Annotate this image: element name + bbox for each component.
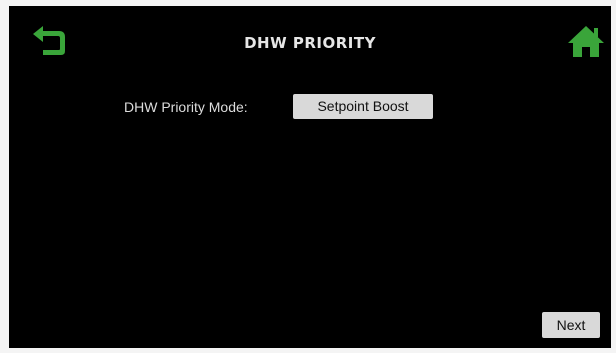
next-button[interactable]: Next [542, 312, 600, 338]
home-button[interactable] [566, 22, 606, 60]
priority-mode-selector[interactable]: Setpoint Boost [293, 94, 433, 119]
priority-mode-label: DHW Priority Mode: [124, 99, 248, 115]
home-icon [568, 26, 604, 57]
page-title: DHW PRIORITY [244, 34, 376, 52]
touch-screen: DHW PRIORITY DHW Priority Mode: Setpoint… [9, 6, 611, 348]
device-bezel: DHW PRIORITY DHW Priority Mode: Setpoint… [0, 0, 616, 353]
